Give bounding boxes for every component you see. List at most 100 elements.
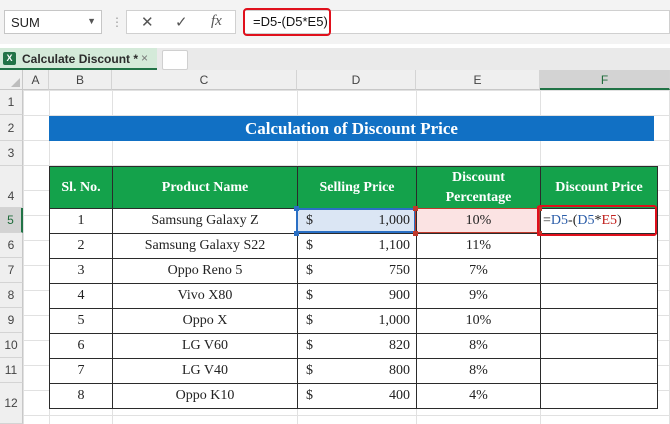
insert-function-icon[interactable]: fx [211,13,222,30]
row-header-9[interactable]: 9 [0,308,23,333]
chevron-down-icon[interactable]: ▼ [87,16,96,26]
row-header-10[interactable]: 10 [0,333,23,358]
name-box-value: SUM [11,15,40,30]
resize-handle[interactable] [413,231,418,236]
row-header-8[interactable]: 8 [0,283,23,308]
table-row: 8 Oppo K10 $400 4% [49,383,658,409]
cell-discount[interactable]: 7% [416,258,541,284]
cell-product[interactable]: Oppo X [112,308,298,334]
enter-icon[interactable]: ✓ [175,13,188,31]
separator-icon: ⋮ [111,15,123,29]
cell-sl[interactable]: 8 [49,383,113,409]
table-row: 3 Oppo Reno 5 $750 7% [49,258,658,284]
currency-symbol: $ [306,263,313,278]
sheet-title[interactable]: Calculation of Discount Price [49,116,654,141]
new-tab-button[interactable] [162,50,188,70]
header-discount-line2: Percentage [445,189,512,205]
workbook-tab[interactable]: X Calculate Discount * × [0,48,157,70]
workbook-tab-bar: X Calculate Discount * × [0,48,670,70]
table-row: 6 LG V60 $820 8% [49,333,658,359]
row-header-2[interactable]: 2 [0,115,23,141]
cell-discount-price[interactable] [540,358,658,384]
cell-sl[interactable]: 2 [49,233,113,259]
row-header-12[interactable]: 12 [0,383,23,424]
cell-discount[interactable]: 10% [416,308,541,334]
cell-product[interactable]: Samsung Galaxy Z [112,208,298,234]
column-header-b[interactable]: B [49,70,112,90]
cell-price[interactable]: $400 [297,383,417,409]
select-all-button[interactable] [0,70,23,90]
discount-table: Sl. No. Product Name Selling Price Disco… [49,166,658,409]
row-header-11[interactable]: 11 [0,358,23,383]
cell-discount-price[interactable] [540,258,658,284]
cell-discount-price[interactable] [540,233,658,259]
resize-handle[interactable] [413,206,418,211]
cell-discount[interactable]: 11% [416,233,541,259]
header-discount-percentage[interactable]: Discount Percentage [416,166,541,209]
cell-price[interactable]: $750 [297,258,417,284]
price-value: 900 [389,288,410,303]
column-header-e[interactable]: E [416,70,540,90]
table-row: 7 LG V40 $800 8% [49,358,658,384]
cell-price[interactable]: $900 [297,283,417,309]
header-product-name[interactable]: Product Name [112,166,298,209]
header-selling-price[interactable]: Selling Price [297,166,417,209]
column-header-c[interactable]: C [112,70,297,90]
cell-sl[interactable]: 5 [49,308,113,334]
cell-discount-price[interactable] [540,383,658,409]
price-value: 800 [389,363,410,378]
reference-box-d5 [296,208,416,233]
cell-sl[interactable]: 3 [49,258,113,284]
currency-symbol: $ [306,238,313,253]
table-header-row: Sl. No. Product Name Selling Price Disco… [49,166,658,209]
column-header-f[interactable]: F [540,70,670,90]
currency-symbol: $ [306,338,313,353]
row-header-5[interactable]: 5 [0,208,23,233]
cell-product[interactable]: Oppo Reno 5 [112,258,298,284]
name-box[interactable]: SUM ▼ [4,10,102,34]
cell-price[interactable]: $820 [297,333,417,359]
cell-sl[interactable]: 1 [49,208,113,234]
cell-discount[interactable]: 4% [416,383,541,409]
cell-discount-price[interactable] [540,333,658,359]
price-value: 1,100 [378,238,411,253]
reference-box-e5 [415,208,540,233]
header-discount-price[interactable]: Discount Price [540,166,658,209]
row-header-6[interactable]: 6 [0,233,23,258]
cell-sl[interactable]: 4 [49,283,113,309]
cell-product[interactable]: Samsung Galaxy S22 [112,233,298,259]
column-header-d[interactable]: D [297,70,416,90]
cell-product[interactable]: Vivo X80 [112,283,298,309]
column-header-a[interactable]: A [23,70,49,90]
cell-discount[interactable]: 8% [416,358,541,384]
row-header-1[interactable]: 1 [0,90,23,115]
row-header-4[interactable]: 4 [0,166,23,208]
active-cell-highlight [537,205,657,236]
table-row: 4 Vivo X80 $900 9% [49,283,658,309]
cell-discount-price[interactable] [540,308,658,334]
workbook-tab-label: Calculate Discount * [22,52,139,66]
cell-discount[interactable]: 9% [416,283,541,309]
cancel-icon[interactable]: ✕ [141,13,154,31]
cell-price[interactable]: $800 [297,358,417,384]
cell-price[interactable]: $1,100 [297,233,417,259]
cell-price[interactable]: $1,000 [297,308,417,334]
cell-discount[interactable]: 8% [416,333,541,359]
resize-handle[interactable] [294,231,299,236]
price-value: 750 [389,263,410,278]
currency-symbol: $ [306,363,313,378]
cell-sl[interactable]: 6 [49,333,113,359]
cell-product[interactable]: LG V60 [112,333,298,359]
price-value: 820 [389,338,410,353]
price-value: 400 [389,388,410,403]
header-sl-no[interactable]: Sl. No. [49,166,113,209]
resize-handle[interactable] [294,206,299,211]
cell-sl[interactable]: 7 [49,358,113,384]
row-header-3[interactable]: 3 [0,141,23,166]
cell-product[interactable]: LG V40 [112,358,298,384]
row-header-7[interactable]: 7 [0,258,23,283]
cell-discount-price[interactable] [540,283,658,309]
close-icon[interactable]: × [141,51,148,65]
formula-bar: SUM ▼ ⋮ ✕ ✓ fx =D5-(D5*E5) [0,0,670,44]
cell-product[interactable]: Oppo K10 [112,383,298,409]
